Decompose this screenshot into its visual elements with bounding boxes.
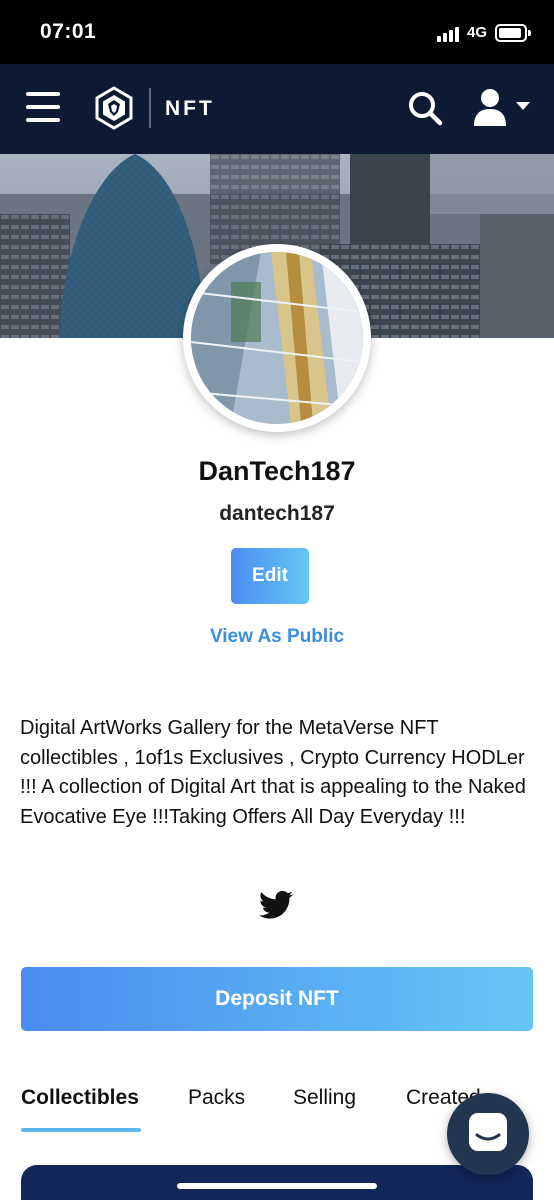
active-tab-indicator — [21, 1128, 141, 1132]
search-icon[interactable] — [406, 89, 444, 127]
profile-avatar — [183, 244, 371, 432]
tab-selling[interactable]: Selling — [293, 1086, 356, 1110]
profile-display-name: DanTech187 — [198, 456, 356, 486]
view-as-public-link[interactable]: View As Public — [0, 626, 554, 648]
caret-down-icon — [516, 102, 530, 110]
edit-profile-button[interactable]: Edit — [231, 548, 309, 604]
nav-divider — [149, 88, 151, 128]
profile-bio: Digital ArtWorks Gallery for the MetaVer… — [20, 717, 526, 828]
tab-packs[interactable]: Packs — [188, 1086, 245, 1110]
profile-username: dantech187 — [219, 502, 335, 525]
status-time: 07:01 — [40, 20, 97, 43]
deposit-nft-button[interactable]: Deposit NFT — [21, 967, 533, 1031]
battery-icon — [495, 24, 531, 42]
user-menu-button[interactable] — [470, 86, 534, 130]
nav-section-label: NFT — [165, 97, 215, 120]
tab-collectibles[interactable]: Collectibles — [21, 1086, 139, 1110]
crypto-com-logo-icon[interactable] — [94, 86, 134, 130]
signal-strength-icon — [437, 26, 463, 42]
hamburger-menu-icon[interactable] — [26, 92, 60, 122]
user-icon — [474, 89, 530, 126]
chat-support-icon — [469, 1113, 507, 1151]
twitter-icon[interactable] — [259, 890, 293, 920]
status-bar: 07:01 4G — [0, 0, 554, 64]
avatar-image — [191, 252, 363, 424]
chat-support-button[interactable] — [447, 1093, 529, 1175]
network-type: 4G — [467, 24, 488, 41]
home-indicator — [177, 1183, 377, 1189]
top-nav-bar: NFT — [0, 64, 554, 154]
